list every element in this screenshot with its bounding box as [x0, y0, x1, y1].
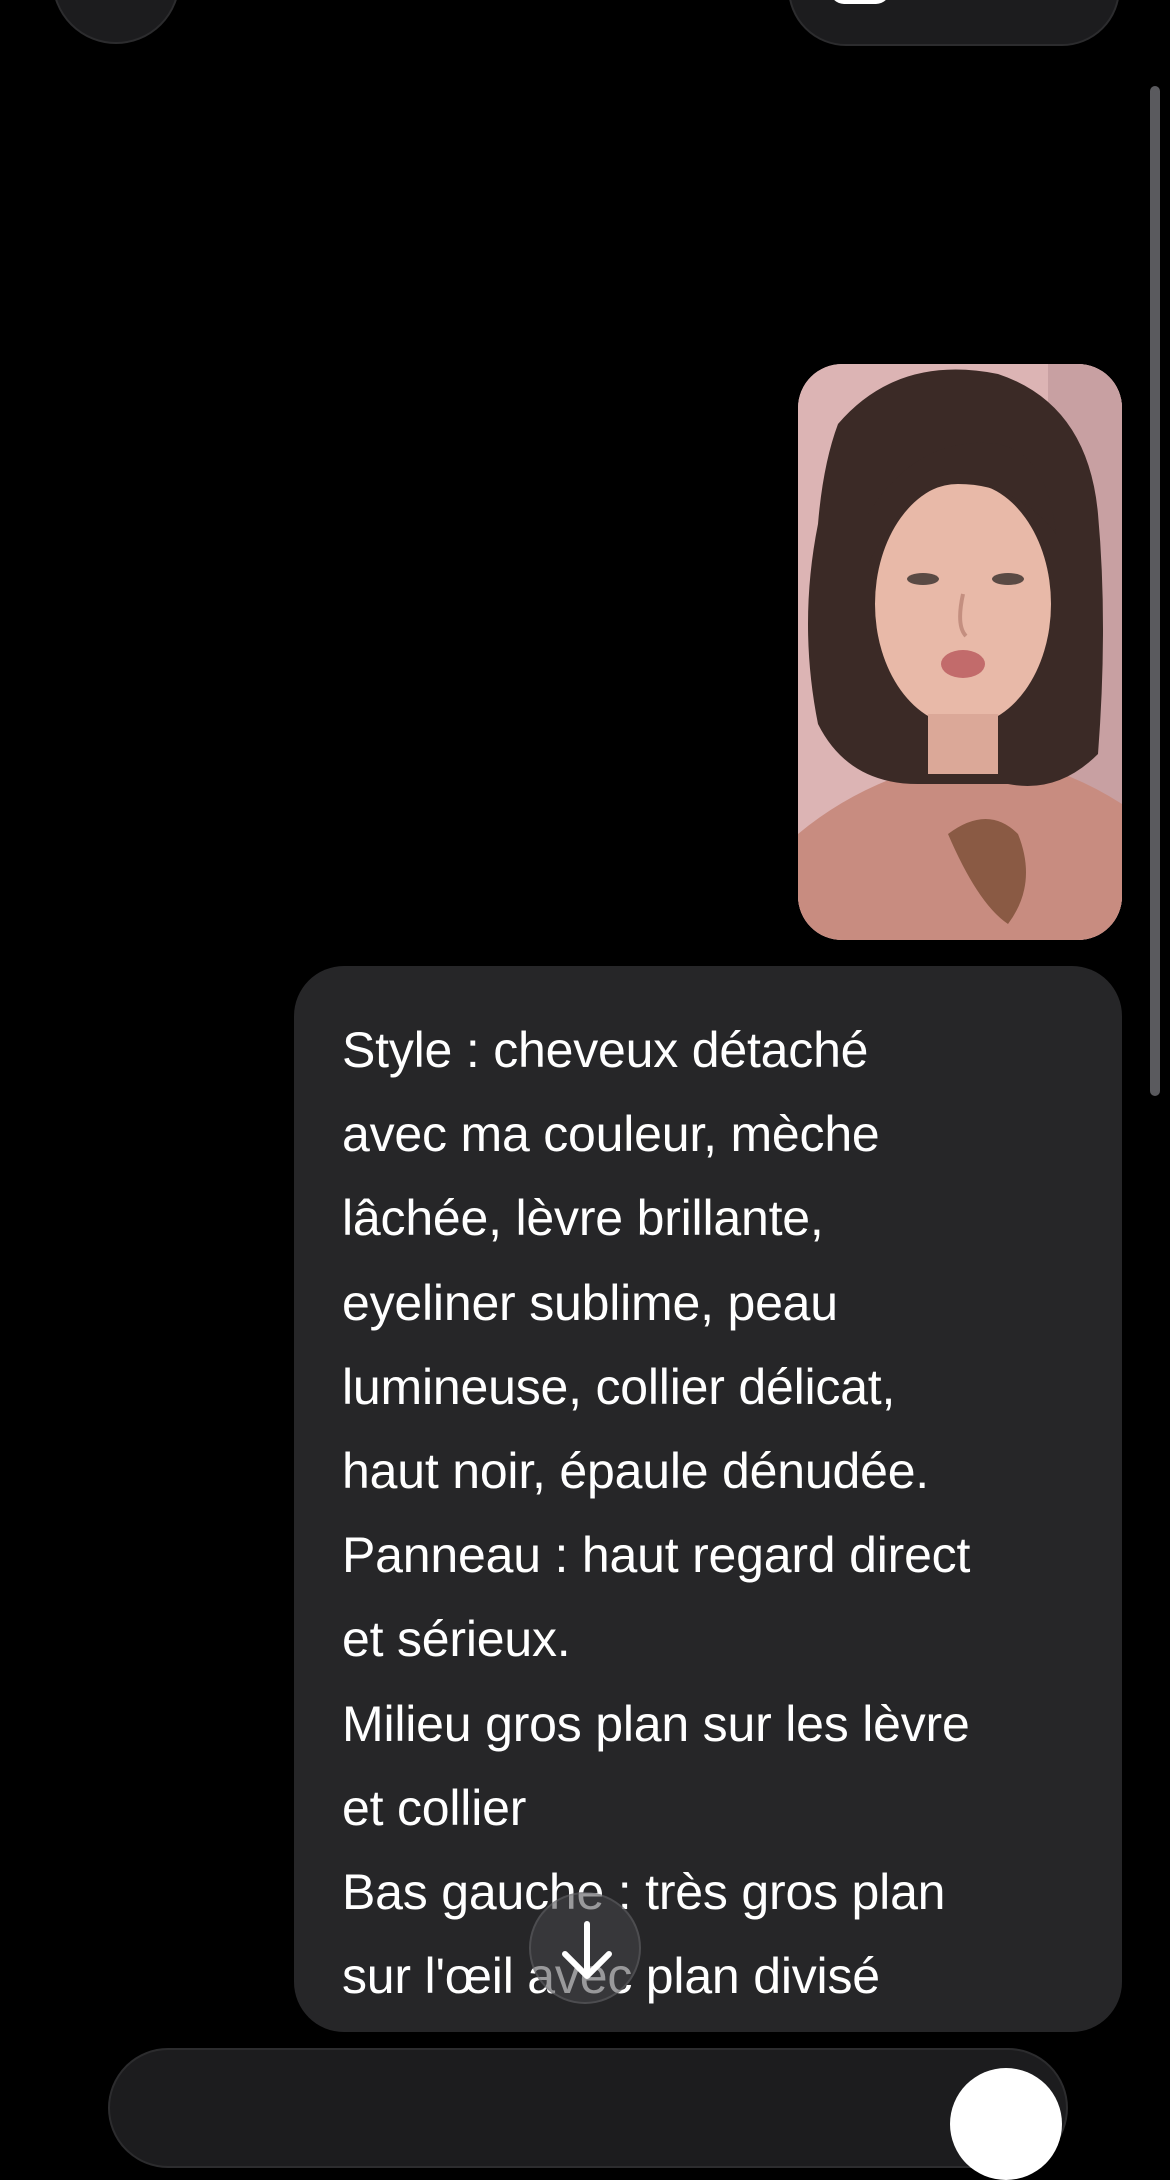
message-line: eyeliner sublime, peau	[342, 1274, 838, 1331]
arrow-down-icon	[562, 1921, 612, 1979]
share-icon	[830, 0, 890, 4]
message-line: et sérieux.	[342, 1611, 571, 1668]
message-composer[interactable]	[108, 2048, 1068, 2168]
message-bubble[interactable]: Style : cheveux détaché avec ma couleur,…	[294, 966, 1122, 2032]
message-line: sur l'œil avec plan divisé	[342, 1948, 880, 2005]
message-line: lumineuse, collier délicat,	[342, 1358, 896, 1415]
message-line: avec ma couleur, mèche	[342, 1106, 880, 1163]
message-line: Bas gauche : très gros plan	[342, 1864, 946, 1921]
selfie-photo	[798, 364, 1122, 940]
scrollbar[interactable]	[1150, 86, 1160, 1096]
message-line: Panneau : haut regard direct	[342, 1527, 971, 1584]
send-button[interactable]	[950, 2068, 1062, 2180]
message-line: Style : cheveux détaché	[342, 1022, 869, 1078]
message-line: lâchée, lèvre brillante,	[342, 1190, 824, 1247]
message-line: Milieu gros plan sur les lèvre	[342, 1695, 970, 1752]
back-button[interactable]	[52, 0, 180, 44]
scroll-to-bottom-button[interactable]	[529, 1892, 641, 2004]
top-right-action-button[interactable]	[788, 0, 1120, 46]
message-line: et collier	[342, 1779, 527, 1836]
message-line: haut noir, épaule dénudée.	[342, 1443, 929, 1500]
sent-photo[interactable]	[798, 364, 1122, 940]
